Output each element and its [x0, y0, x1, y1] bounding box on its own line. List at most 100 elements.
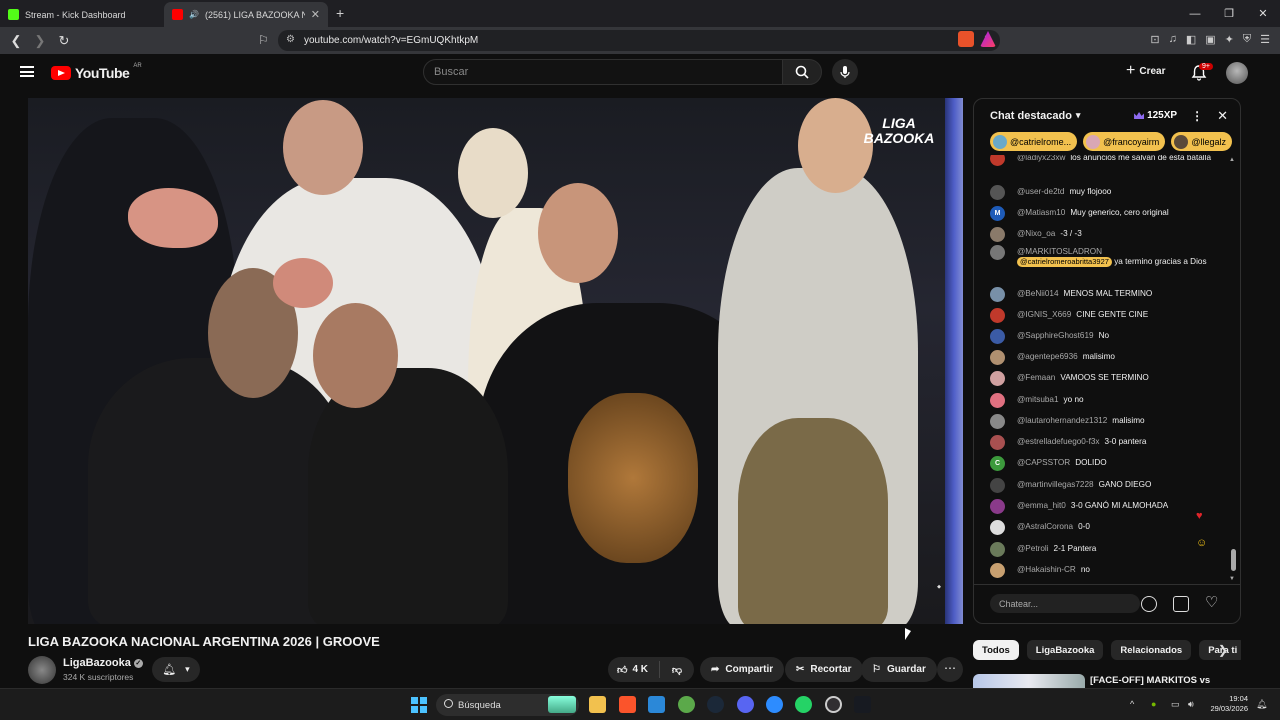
discord-icon[interactable] [737, 696, 754, 713]
related-video-title[interactable]: [FACE-OFF] MARKITOS vs [1090, 675, 1210, 686]
zoom-icon[interactable] [766, 696, 783, 713]
user-avatar[interactable] [990, 329, 1005, 344]
voice-search-button[interactable] [832, 59, 858, 85]
chat-message[interactable]: @ladiyx23xw los anuncios me salvan de est… [990, 155, 1220, 166]
pinned-user[interactable]: @catrielrome... [990, 132, 1078, 151]
store-icon[interactable] [648, 696, 665, 713]
chat-messages[interactable]: @ladiyx23xw los anuncios me salvan de est… [974, 155, 1234, 585]
leo-icon[interactable]: ✦ [1225, 33, 1234, 46]
weather-icon[interactable] [548, 696, 576, 713]
scroll-up-icon[interactable]: ▲ [1229, 157, 1235, 163]
speaker-icon[interactable]: 🔊 [189, 10, 199, 19]
user-avatar[interactable] [990, 435, 1005, 450]
video-player[interactable]: LIGA BAZOOKA ◆ [28, 98, 963, 624]
user-avatar[interactable] [990, 350, 1005, 365]
close-chat-icon[interactable]: ✕ [1217, 108, 1228, 124]
like-button[interactable]: 👍︎ 4 K [608, 661, 660, 678]
chat-mode-dropdown[interactable]: Chat destacado [990, 110, 1072, 122]
chevron-down-icon[interactable]: ▾ [1076, 110, 1081, 121]
menu-icon[interactable]: ☰ [1260, 33, 1270, 46]
pinned-user[interactable]: @llegalz [1171, 132, 1232, 151]
reload-button[interactable]: ↻ [54, 31, 74, 51]
chip-all[interactable]: Todos [973, 640, 1019, 660]
scroll-down-icon[interactable]: ▼ [1229, 576, 1235, 582]
chat-message[interactable]: @lautarohernandez1312 malisimo [990, 414, 1220, 429]
close-window-button[interactable]: ✕ [1246, 0, 1280, 27]
user-avatar[interactable] [990, 155, 1005, 166]
clock[interactable]: 19:04 29/03/2026 [1210, 694, 1248, 714]
back-button[interactable]: ❮ [6, 31, 26, 51]
close-tab-icon[interactable]: ✕ [311, 8, 320, 21]
user-avatar[interactable] [990, 542, 1005, 557]
brave-browser-icon[interactable] [619, 696, 636, 713]
user-avatar[interactable] [990, 308, 1005, 323]
user-avatar[interactable] [990, 563, 1005, 578]
tray-chevron-icon[interactable]: ^ [1130, 699, 1134, 709]
chat-message[interactable]: @estrelladefuego0-f3x 3-0 pantera [990, 435, 1220, 450]
xp-badge[interactable]: 125XP [1134, 110, 1177, 121]
create-button[interactable]: + Crear [1126, 63, 1165, 79]
emoji-icon[interactable] [1141, 596, 1157, 612]
subscription-bell-button[interactable]: 🔔︎ ▾ [152, 657, 200, 682]
chat-message[interactable]: @Petroli 2-1 Pantera [990, 542, 1220, 557]
chat-message[interactable]: @emma_hit0 3-0 GANÓ MI ALMOHADA [990, 499, 1220, 514]
mention-chip[interactable]: @catrielromeroabritta3927 [1017, 257, 1112, 267]
bookmark-icon[interactable]: ⚐ [258, 33, 269, 47]
message-author[interactable]: @Petroli [1017, 544, 1049, 553]
message-author[interactable]: @SapphireGhost619 [1017, 331, 1094, 340]
message-author[interactable]: @martinvillegas7228 [1017, 480, 1094, 489]
chat-message[interactable]: @Nixo_oa -3 / -3 [990, 227, 1220, 242]
message-author[interactable]: @Matiasm10 [1017, 208, 1065, 217]
chat-message[interactable]: @martinvillegas7228 GANO DIEGO [990, 478, 1220, 493]
message-author[interactable]: @Femaan [1017, 373, 1055, 382]
clip-button[interactable]: ✂ Recortar [785, 657, 863, 682]
chat-message[interactable]: @agentepe6936 malisimo [990, 350, 1220, 365]
chat-message[interactable]: @IGNIS_X669 CINE GENTE CINE [990, 308, 1220, 323]
whatsapp-icon[interactable] [795, 696, 812, 713]
scrollbar-thumb[interactable] [1231, 549, 1236, 571]
message-author[interactable]: @user-de2td [1017, 187, 1064, 196]
media-icon[interactable]: ♫ [1169, 33, 1177, 46]
super-chat-icon[interactable] [1173, 596, 1189, 612]
pinned-user[interactable]: @francoyairm [1083, 132, 1166, 151]
chat-message[interactable]: @MARKITOSLADRON @catrielromeroabritta3927… [990, 245, 1220, 267]
user-avatar[interactable] [990, 414, 1005, 429]
more-options-icon[interactable]: ⋮ [1191, 109, 1203, 123]
chip-channel[interactable]: LigaBazooka [1026, 640, 1104, 660]
message-author[interactable]: @IGNIS_X669 [1017, 310, 1071, 319]
browser-tab-youtube[interactable]: 🔊 (2561) LIGA BAZOOKA NACIO ✕ [164, 2, 328, 27]
browser-tab-kick[interactable]: Stream - Kick Dashboard [0, 2, 164, 27]
chat-message[interactable]: @Hakaishin-CR no [990, 563, 1220, 578]
forward-button[interactable]: ❯ [30, 31, 50, 51]
message-author[interactable]: @Nixo_oa [1017, 229, 1055, 238]
brave-shield-icon[interactable] [958, 31, 974, 47]
chat-message[interactable]: @user-de2td muy flojooo [990, 185, 1220, 200]
more-actions-button[interactable]: ⋯ [937, 657, 963, 682]
related-video-thumbnail[interactable] [973, 674, 1085, 688]
chat-message[interactable]: @AstralCorona 0-0 [990, 520, 1220, 535]
network-icon[interactable]: ▭ [1171, 699, 1180, 710]
message-author[interactable]: @Hakaishin-CR [1017, 565, 1076, 574]
windows-start-icon[interactable] [411, 697, 427, 713]
user-avatar[interactable] [990, 185, 1005, 200]
wallet-icon[interactable]: ▣ [1205, 33, 1215, 46]
chevron-right-icon[interactable]: ❯ [1218, 643, 1228, 657]
chat-scrollbar[interactable] [1231, 157, 1236, 585]
nvidia-icon[interactable]: ● [1151, 699, 1156, 709]
search-button[interactable] [782, 59, 822, 85]
url-field[interactable]: ⚙ youtube.com/watch?v=EGmUQKhtkpM ▭ ⇪ [278, 30, 1000, 51]
message-author[interactable]: @mitsuba1 [1017, 395, 1059, 404]
user-avatar[interactable] [990, 371, 1005, 386]
user-avatar[interactable] [990, 287, 1005, 302]
user-avatar[interactable] [990, 393, 1005, 408]
youtube-logo[interactable]: YouTube AR [51, 63, 142, 81]
search-input[interactable]: Buscar [423, 59, 783, 85]
file-explorer-icon[interactable] [589, 696, 606, 713]
message-author[interactable]: @lautarohernandez1312 [1017, 416, 1107, 425]
user-avatar[interactable]: M [990, 206, 1005, 221]
brave-rewards-icon[interactable] [980, 31, 996, 47]
screenshot-icon[interactable]: ⊡ [1150, 33, 1159, 46]
user-avatar[interactable] [990, 478, 1005, 493]
chat-message[interactable]: @SapphireGhost619 No [990, 329, 1220, 344]
steam-icon[interactable] [707, 696, 724, 713]
